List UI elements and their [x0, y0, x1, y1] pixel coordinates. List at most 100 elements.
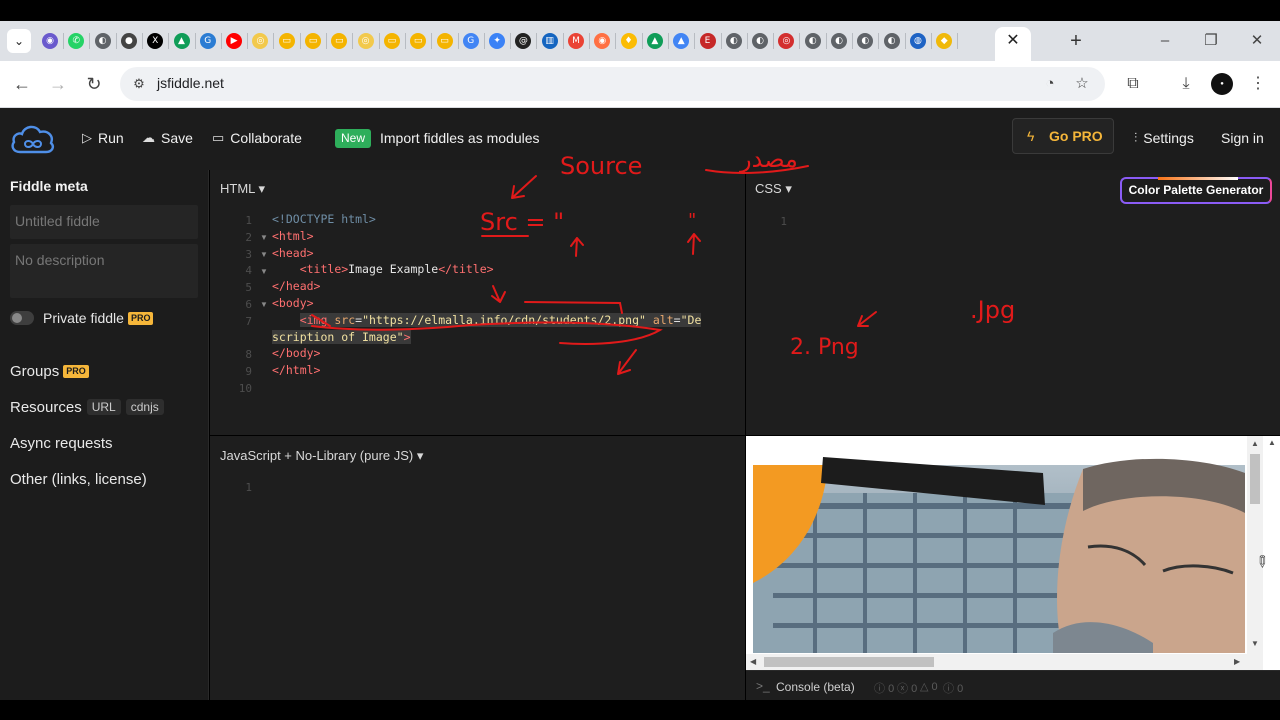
scroll-down-arrow-icon[interactable]: ▼: [1251, 639, 1259, 648]
save-button[interactable]: ☁ Save: [142, 128, 193, 148]
new-tab-icon[interactable]: +: [1066, 29, 1086, 53]
slides-icon[interactable]: ▭: [383, 33, 400, 49]
fold-arrow-icon[interactable]: ▼: [260, 233, 268, 242]
jsfiddle-logo-icon[interactable]: [10, 122, 56, 156]
restore-icon[interactable]: ❐: [1199, 29, 1223, 53]
html-code[interactable]: <!DOCTYPE html> <html> <head> <title>Ima…: [272, 211, 702, 379]
whatsapp-icon[interactable]: ✆: [68, 33, 85, 49]
drive-icon[interactable]: ▲: [673, 33, 690, 49]
html-editor-panel[interactable]: HTML ▾ 1 2 3 4 5 6 7 8 9 10 ▼ ▼ ▼ ▼ <!DOCTYPE htm…: [210, 170, 745, 435]
console-bar[interactable]: >_ Console (beta) ⓘ 0 ⓧ 0 △ 0 ⓘ 0: [746, 670, 1280, 700]
css-editor-panel[interactable]: CSS ▾ 1: [746, 170, 1280, 435]
globe-icon[interactable]: ◐: [883, 33, 900, 49]
import-modules-link[interactable]: Import fiddles as modules: [380, 128, 540, 148]
bookmark-star-icon[interactable]: ☆: [1072, 75, 1092, 93]
edu-icon[interactable]: ◍: [909, 33, 926, 49]
settings-button[interactable]: ⫶ Settings: [1134, 128, 1194, 148]
drive-icon[interactable]: ▲: [173, 33, 190, 49]
url-chip[interactable]: URL: [86, 399, 121, 415]
slides-icon[interactable]: ▭: [278, 33, 295, 49]
chrome-icon[interactable]: ◉: [594, 33, 611, 49]
minimize-icon[interactable]: –: [1153, 29, 1177, 53]
globe-icon[interactable]: ◐: [831, 33, 847, 49]
slides-icon[interactable]: ▭: [410, 33, 427, 49]
scroll-up-arrow-icon[interactable]: ▲: [1251, 439, 1259, 448]
board-icon[interactable]: ▥: [541, 33, 558, 49]
go-pro-button[interactable]: ϟ Go PRO: [1012, 118, 1114, 154]
globe-icon[interactable]: ◐: [725, 33, 742, 49]
miro-icon[interactable]: ◎: [252, 33, 269, 49]
cdnjs-chip[interactable]: cdnjs: [125, 399, 164, 415]
globe-icon[interactable]: ◐: [94, 33, 111, 49]
performance-icon[interactable]: ◔: [1040, 75, 1060, 93]
download-icon[interactable]: ⤓: [1175, 73, 1197, 95]
vertical-scroll-thumb[interactable]: [1250, 454, 1260, 504]
go-icon[interactable]: G: [199, 33, 216, 49]
tab-separator: [825, 33, 827, 49]
profile-avatar[interactable]: ●: [1211, 73, 1233, 95]
result-frame[interactable]: [746, 436, 1280, 670]
compass-icon[interactable]: ✦: [489, 33, 506, 49]
collaborate-button[interactable]: ▭ Collaborate: [212, 128, 302, 148]
resources-link[interactable]: Resources URL cdnjs: [10, 399, 164, 416]
slides-icon[interactable]: ▭: [436, 33, 453, 49]
close-tab-icon[interactable]: ✕: [1005, 31, 1021, 51]
tab-separator: [904, 33, 906, 49]
globe-icon[interactable]: ◐: [752, 33, 769, 49]
fold-arrow-icon[interactable]: ▼: [260, 300, 268, 309]
address-bar[interactable]: ⚙ jsfiddle.net ◔ ☆: [120, 67, 1105, 101]
result-horizontal-scrollbar[interactable]: ◀ ▶: [746, 654, 1247, 670]
private-fiddle-row: Private fiddle PRO: [43, 310, 154, 326]
target-icon[interactable]: ◎: [778, 33, 795, 49]
fiddle-description-input[interactable]: No description: [10, 244, 198, 298]
js-panel-label[interactable]: JavaScript + No-Library (pure JS) ▾: [220, 448, 423, 464]
drive-icon[interactable]: ▲: [646, 33, 663, 49]
google-icon[interactable]: G: [462, 33, 479, 49]
html-panel-label[interactable]: HTML ▾: [220, 181, 265, 197]
fold-arrow-icon[interactable]: ▼: [260, 250, 268, 259]
fold-arrow-icon[interactable]: ▼: [260, 267, 268, 276]
e-icon[interactable]: E: [699, 33, 716, 49]
reload-icon[interactable]: ↻: [81, 71, 107, 97]
screen: ⌄ ◉ ✆ ◐ ● X ▲ G ▶ ◎ ▭ ▭ ▭ ◎ ▭ ▭ ▭ G ✦ @ ▥ M ◉ ♦ ▲ ▲ E ◐ ◐ ◎ ◐ ◐ ◐ ◐ ◍ ◆ ✕ …: [0, 0, 1280, 720]
miro-icon[interactable]: ◎: [357, 33, 374, 49]
photo-icon[interactable]: ●: [120, 33, 137, 49]
scroll-left-arrow-icon[interactable]: ◀: [750, 657, 756, 666]
console-count-warnings: △ 0: [920, 681, 938, 693]
tab-search-chevron-icon[interactable]: ⌄: [7, 29, 31, 53]
globe-icon[interactable]: ◐: [804, 33, 821, 49]
globe-icon[interactable]: ◐: [857, 33, 874, 49]
scroll-right-arrow-icon[interactable]: ▶: [1234, 657, 1240, 666]
other-links-license-link[interactable]: Other (links, license): [10, 471, 147, 488]
extensions-icon[interactable]: ⧉: [1122, 73, 1144, 95]
async-requests-link[interactable]: Async requests: [10, 435, 113, 452]
console-label[interactable]: Console (beta): [776, 680, 855, 694]
binance-icon[interactable]: ◆: [936, 33, 953, 49]
go-pro-label: Go PRO: [1049, 128, 1103, 144]
horizontal-scroll-thumb[interactable]: [764, 657, 934, 667]
slides-icon[interactable]: ▭: [305, 33, 321, 49]
js-editor-panel[interactable]: JavaScript + No-Library (pure JS) ▾ 1: [210, 436, 745, 700]
groups-link[interactable]: Groups PRO: [10, 363, 89, 380]
color-palette-generator-button[interactable]: Color Palette Generator: [1120, 177, 1272, 204]
x-icon[interactable]: X: [147, 33, 164, 49]
fiddle-title-input[interactable]: Untitled fiddle: [10, 205, 198, 239]
address-url[interactable]: jsfiddle.net: [157, 75, 224, 91]
site-info-icon[interactable]: ⚙: [130, 75, 148, 93]
run-button[interactable]: ▷ Run: [82, 128, 124, 148]
forward-icon[interactable]: →: [45, 71, 71, 97]
slides-icon[interactable]: ▭: [331, 33, 348, 49]
at-icon[interactable]: @: [515, 33, 532, 49]
palette-accent-bar: [1158, 177, 1238, 180]
css-panel-label[interactable]: CSS ▾: [755, 181, 792, 197]
youtube-icon[interactable]: ▶: [226, 33, 243, 49]
outer-scroll-up-arrow-icon[interactable]: ▲: [1268, 438, 1276, 447]
back-icon[interactable]: ←: [9, 71, 35, 97]
close-window-icon[interactable]: ✕: [1245, 29, 1269, 53]
gmail-icon[interactable]: M: [568, 33, 584, 49]
sign-in-link[interactable]: Sign in: [1221, 128, 1264, 148]
private-fiddle-toggle[interactable]: [10, 311, 34, 325]
maps-icon[interactable]: ♦: [620, 33, 637, 49]
browser-menu-icon[interactable]: ⋮: [1247, 73, 1269, 95]
github-icon[interactable]: ◉: [42, 33, 58, 49]
